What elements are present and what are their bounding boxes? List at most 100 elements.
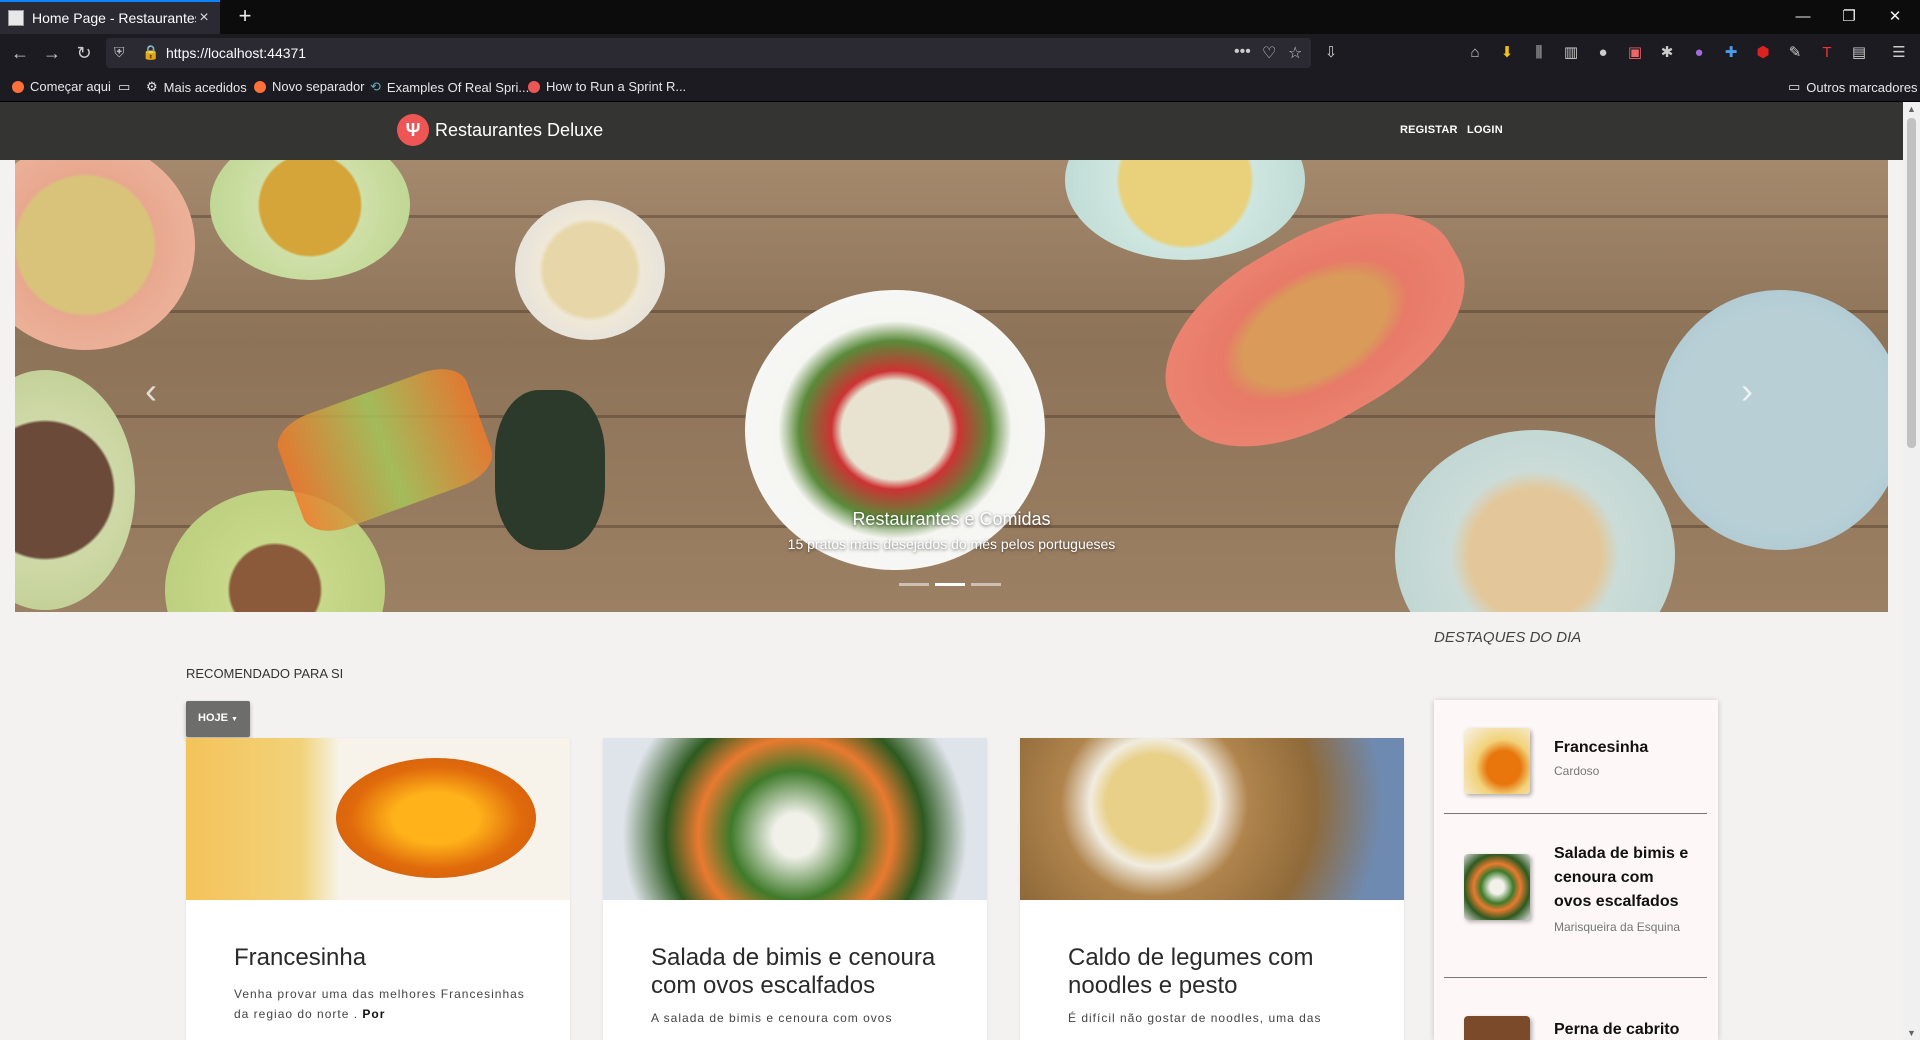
bookmarks-bar: Começar aqui ▭ ⚙ Mais acedidos Novo separ…: [0, 72, 1920, 102]
forward-icon[interactable]: →: [40, 41, 64, 65]
brand-link[interactable]: Ψ Restaurantes Deluxe: [397, 114, 603, 146]
food-plate-image: [15, 160, 195, 350]
highlight-name[interactable]: Perna de cabrito: [1554, 1018, 1679, 1040]
clipboard-icon[interactable]: ▤: [1848, 42, 1870, 64]
carousel-indicator-active[interactable]: [935, 583, 965, 586]
bookmark-item[interactable]: Começar aqui: [12, 79, 111, 94]
extension-icon[interactable]: ✚: [1720, 42, 1742, 64]
card-title[interactable]: Salada de bimis e cenoura com ovos escal…: [651, 944, 947, 1000]
register-link[interactable]: REGISTAR: [1400, 124, 1458, 136]
bookmark-star-icon[interactable]: ☆: [1288, 43, 1302, 63]
browser-tab[interactable]: Home Page - Restaurantes Del ×: [0, 0, 220, 34]
bookmark-item[interactable]: Novo separador: [254, 79, 365, 94]
folder-icon: ▭: [1788, 79, 1801, 94]
carousel-prev-icon[interactable]: ‹: [145, 370, 157, 412]
carousel-indicator[interactable]: [971, 583, 1001, 586]
site-icon: [528, 80, 540, 93]
recommended-title: RECOMENDADO PARA SI: [186, 666, 344, 681]
hero-title: Restaurantes e Comidas: [852, 509, 1051, 529]
reload-icon[interactable]: ↻: [72, 41, 96, 65]
highlights-panel: Francesinha Cardoso Salada de bimis e ce…: [1434, 700, 1718, 1040]
card-description: Venha provar uma das melhores Francesinh…: [234, 987, 525, 1021]
close-tab-icon[interactable]: ×: [196, 9, 212, 27]
highlights-title: DESTAQUES DO DIA: [1434, 629, 1582, 646]
link-icon: ⟲: [370, 79, 381, 94]
scrollbar-thumb[interactable]: [1907, 118, 1916, 448]
day-filter-dropdown[interactable]: HOJE ▼: [186, 701, 250, 737]
downloads-icon[interactable]: ⬇: [1496, 42, 1518, 64]
fork-knife-icon: Ψ: [397, 114, 429, 146]
bookmark-item[interactable]: How to Run a Sprint R...: [528, 79, 686, 94]
lock-icon[interactable]: 🔒: [142, 44, 159, 61]
login-link[interactable]: LOGIN: [1467, 124, 1503, 136]
page-scrollbar[interactable]: ▲ ▼: [1903, 102, 1920, 1040]
dish-card[interactable]: Francesinha Venha provar uma das melhore…: [186, 738, 570, 1040]
browser-tab-bar: Home Page - Restaurantes Del × + — ❐ ✕: [0, 0, 1920, 34]
url-bar[interactable]: ⛨ 🔒 https://localhost:44371 ••• ♡ ☆: [106, 38, 1311, 68]
browser-navbar: ← → ↻ ⛨ 🔒 https://localhost:44371 ••• ♡ …: [0, 34, 1920, 72]
highlight-place: Marisqueira da Esquina: [1554, 920, 1681, 934]
caret-down-icon: ▼: [231, 716, 238, 723]
site-header: Ψ Restaurantes Deluxe REGISTAR LOGIN: [0, 102, 1903, 160]
tracking-shield-icon[interactable]: ⛨: [114, 44, 125, 61]
card-description: É difícil não gostar de noodles, uma das: [1068, 1011, 1322, 1025]
carousel-indicators: [899, 583, 1001, 586]
extension-icon[interactable]: ✱: [1656, 42, 1678, 64]
bookmark-item[interactable]: ⚙ Mais acedidos: [146, 79, 247, 95]
sidebar-icon[interactable]: ▥: [1560, 42, 1582, 64]
pocket-icon[interactable]: ♡: [1262, 43, 1276, 63]
highlight-name[interactable]: Francesinha: [1554, 736, 1648, 760]
food-plate-image: [1065, 160, 1305, 260]
francesinha-thumb: [1464, 728, 1530, 794]
francesinha-image: [186, 738, 570, 900]
salad-thumb: [1464, 854, 1530, 920]
brand-name: Restaurantes Deluxe: [435, 119, 604, 140]
scroll-up-icon[interactable]: ▲: [1906, 104, 1917, 114]
highlight-item[interactable]: Perna de cabrito: [1444, 978, 1707, 1040]
highlight-item[interactable]: Francesinha Cardoso: [1444, 700, 1707, 814]
minimize-icon[interactable]: —: [1780, 0, 1826, 34]
dish-card[interactable]: Caldo de legumes com noodles e pesto É d…: [1020, 738, 1404, 1040]
page-favicon-icon: [8, 10, 24, 26]
firefox-icon: [12, 80, 24, 93]
hero-carousel: ‹ › Restaurantes e Comidas 15 pratos mai…: [15, 160, 1888, 612]
library-icon[interactable]: ⫼: [1528, 42, 1550, 64]
close-window-icon[interactable]: ✕: [1872, 0, 1918, 34]
card-title[interactable]: Francesinha: [234, 944, 530, 972]
carousel-next-icon[interactable]: ›: [1741, 370, 1753, 412]
home-icon[interactable]: ⌂: [1464, 42, 1486, 64]
highlight-item[interactable]: Salada de bimis e cenoura com ovos escal…: [1444, 814, 1707, 978]
folder-icon: ▭: [118, 79, 131, 94]
url-text[interactable]: https://localhost:44371: [166, 45, 306, 61]
carousel-indicator[interactable]: [899, 583, 929, 586]
other-bookmarks[interactable]: ▭ Outros marcadores: [1788, 79, 1918, 95]
page-actions-icon[interactable]: •••: [1234, 43, 1251, 61]
highlight-place: Cardoso: [1554, 764, 1600, 778]
bookmark-folder[interactable]: ▭: [118, 79, 138, 95]
gear-icon: ⚙: [146, 79, 158, 94]
new-tab-icon[interactable]: +: [232, 4, 258, 30]
account-icon[interactable]: ●: [1592, 42, 1614, 64]
highlight-name[interactable]: Salada de bimis e cenoura com ovos escal…: [1554, 842, 1694, 914]
hero-subtitle: 15 pratos mais desejados do mês pelos po…: [787, 536, 1116, 552]
firefox-icon: [254, 80, 266, 93]
cabrito-thumb: [1464, 1016, 1530, 1040]
card-description: A salada de bimis e cenoura com ovos: [651, 1011, 893, 1025]
restore-icon[interactable]: ❐: [1826, 0, 1872, 34]
scroll-down-icon[interactable]: ▼: [1906, 1028, 1917, 1038]
page-viewport: Ψ Restaurantes Deluxe REGISTAR LOGIN ‹ ›…: [0, 102, 1920, 1040]
extension-icon[interactable]: T: [1816, 42, 1838, 64]
bookmark-item[interactable]: ⟲ Examples Of Real Spri...: [370, 79, 529, 95]
card-title[interactable]: Caldo de legumes com noodles e pesto: [1068, 944, 1364, 1000]
back-icon[interactable]: ←: [8, 41, 32, 65]
extension-icon[interactable]: ✎: [1784, 42, 1806, 64]
food-plate-image: [15, 370, 135, 610]
extension-icon[interactable]: ●: [1688, 42, 1710, 64]
ublock-icon[interactable]: ⬢: [1752, 42, 1774, 64]
extension-icon[interactable]: ▣: [1624, 42, 1646, 64]
food-plate-image: [210, 160, 410, 280]
reading-list-icon[interactable]: ⇩: [1320, 42, 1342, 64]
dish-card[interactable]: Salada de bimis e cenoura com ovos escal…: [603, 738, 987, 1040]
menu-icon[interactable]: ☰: [1888, 42, 1910, 64]
salad-image: [603, 738, 987, 900]
